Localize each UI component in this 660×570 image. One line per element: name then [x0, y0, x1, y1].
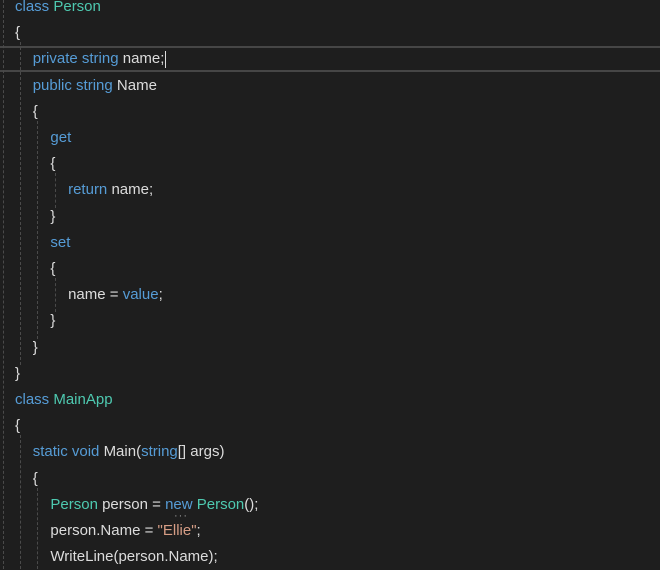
code-token: person.Name = [50, 522, 158, 539]
code-token: } [50, 312, 56, 330]
code-token: { [50, 155, 56, 173]
code-token: { [15, 417, 21, 435]
keyword-token: set [50, 233, 71, 251]
code-text: return name; [68, 177, 153, 203]
code-line[interactable]: } [0, 204, 660, 230]
indent-guide [37, 487, 38, 569]
code-token: (); [244, 495, 259, 513]
keyword-token: private string [32, 50, 123, 68]
code-token: ; [196, 522, 201, 539]
code-token: } [32, 338, 38, 356]
code-text: Person person = new Person(); [50, 492, 258, 518]
code-token: { [32, 102, 38, 120]
type-token: MainApp [53, 391, 113, 408]
code-text: name = value; [68, 282, 163, 308]
indent-guide [37, 121, 38, 339]
code-line[interactable]: { [0, 99, 660, 125]
code-text: static void Main(string[] args) [33, 439, 225, 465]
code-line[interactable]: { [0, 151, 660, 177]
keyword-token: value [122, 286, 159, 304]
code-line[interactable]: class Person [0, 0, 660, 20]
keyword-token: class [15, 0, 54, 15]
code-line[interactable]: Person person = new Person(); [0, 492, 660, 518]
code-editor[interactable]: class Person { private string name; public … [0, 0, 660, 569]
suggestion-dots-icon[interactable]: ··· [174, 510, 188, 521]
keyword-token: string [141, 443, 178, 461]
code-token: Main( [103, 443, 142, 461]
indent-guide [3, 0, 4, 569]
keyword-token: return [68, 181, 112, 199]
code-token: } [50, 207, 56, 225]
code-token: Name [116, 76, 157, 94]
keyword-token: static void [32, 443, 104, 461]
code-line[interactable]: { [0, 256, 660, 282]
indent-guide [55, 278, 56, 313]
code-line[interactable]: } [0, 308, 660, 334]
code-token: { [32, 469, 38, 487]
code-text: get [50, 125, 71, 151]
code-line[interactable]: { [0, 413, 660, 439]
code-token: name; [122, 50, 165, 68]
indent-guide [55, 173, 56, 208]
code-token: } [15, 364, 21, 382]
code-line[interactable]: public string Name [0, 73, 660, 99]
code-text: class Person [15, 0, 101, 20]
code-text: class MainApp [15, 387, 113, 413]
code-token: { [15, 24, 21, 42]
code-token: [] args) [177, 443, 225, 461]
code-token: WriteLine(person.Name); [50, 548, 218, 566]
code-line-current[interactable]: private string name; [0, 46, 660, 73]
type-token: Person [196, 495, 245, 513]
code-line[interactable]: get [0, 125, 660, 151]
code-line[interactable]: set [0, 230, 660, 256]
code-text: WriteLine(person.Name); [50, 544, 217, 570]
code-line[interactable]: { [0, 20, 660, 46]
text-caret [165, 50, 167, 68]
keyword-token: get [50, 129, 72, 146]
code-line[interactable]: } [0, 335, 660, 361]
code-text: public string Name [33, 73, 157, 99]
keyword-token: public string [32, 76, 117, 94]
code-line[interactable]: return name; [0, 177, 660, 203]
string-token: "Ellie" [157, 522, 197, 539]
code-line[interactable]: { [0, 466, 660, 492]
code-line[interactable]: } [0, 361, 660, 387]
code-token: person = [97, 495, 166, 513]
indent-guide [20, 435, 21, 569]
code-token: { [50, 260, 56, 277]
code-line[interactable]: name = value; [0, 282, 660, 308]
code-text: set [50, 230, 70, 256]
code-token: name = [68, 286, 123, 304]
code-token: name; [111, 181, 154, 199]
code-token: ; [158, 286, 163, 304]
code-text: person.Name = "Ellie"; [50, 518, 200, 544]
indent-guide [20, 42, 21, 365]
keyword-token: class [15, 391, 54, 408]
code-line[interactable]: WriteLine(person.Name); [0, 544, 660, 570]
code-line[interactable]: static void Main(string[] args) [0, 439, 660, 465]
type-token: Person [50, 495, 98, 513]
type-token: Person [53, 0, 101, 15]
code-line[interactable]: class MainApp [0, 387, 660, 413]
code-line[interactable]: person.Name = "Ellie"; [0, 518, 660, 544]
code-text: private string name; [33, 48, 167, 70]
